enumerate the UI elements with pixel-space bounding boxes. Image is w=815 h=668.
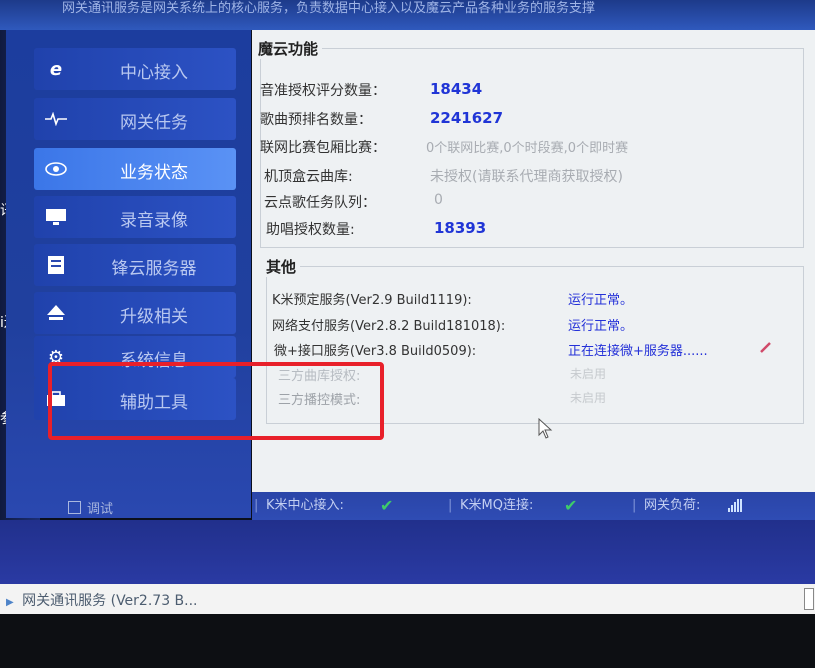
- load-label: 网关负荷:: [644, 498, 701, 513]
- other-row: 微+接口服务(Ver3.8 Build0509):: [274, 340, 476, 359]
- sidebar-item-cloud-server[interactable]: 锋云服务器: [34, 244, 236, 286]
- moyun-row: 联网比赛包厢比赛：: [260, 137, 386, 157]
- row-value: 运行正常。: [568, 293, 634, 308]
- row-label: 网络支付服务(Ver2.8.2 Build181018):: [272, 319, 506, 334]
- taskbar-item-label: 网关通讯服务 (Ver2.73 B...: [22, 593, 198, 609]
- center-access-label: K米中心接入:: [266, 498, 344, 513]
- moyun-row: 机顶盒云曲库:: [264, 166, 353, 186]
- row-value: 0个联网比赛,0个时段赛,0个即时赛: [426, 141, 629, 156]
- taskbar-button[interactable]: [804, 588, 814, 610]
- row-value: 18434: [430, 80, 483, 98]
- banner-text: 网关通讯服务是网关系统上的核心服务，负责数据中心接入以及魔云产品各种业务的服务支…: [62, 1, 596, 16]
- moyun-row: 音准授权评分数量：: [260, 80, 386, 100]
- monitor-icon: [44, 206, 68, 228]
- sidebar-item-label: 中心接入: [120, 63, 188, 83]
- sidebar-item-upgrade[interactable]: 升级相关: [34, 292, 236, 334]
- row-label: 歌曲预排名数量：: [260, 112, 372, 128]
- moyun-title: 魔云功能: [254, 38, 323, 59]
- row-label: 音准授权评分数量：: [260, 83, 386, 99]
- play-icon: ▶: [6, 597, 14, 608]
- eye-icon: [44, 158, 68, 180]
- sidebar-item-label: 锋云服务器: [111, 259, 197, 279]
- signal-bars-icon: [728, 499, 742, 512]
- sidebar-item-label: 业务状态: [120, 163, 188, 183]
- desktop-background: [0, 520, 815, 584]
- edit-icon[interactable]: [760, 341, 772, 353]
- row-label: 机顶盒云曲库:: [264, 169, 353, 185]
- server-icon: [44, 254, 68, 276]
- other-row: K米预定服务(Ver2.9 Build1119):: [272, 289, 472, 308]
- mouse-cursor-icon: [538, 418, 553, 439]
- row-label: 云点歌任务队列：: [264, 195, 376, 211]
- sidebar-item-label: 网关任务: [120, 113, 188, 133]
- debug-label: 调试: [87, 502, 114, 517]
- row-value: 未授权(请联系代理商获取授权): [430, 169, 623, 185]
- ie-icon: e: [49, 58, 63, 80]
- row-value: 0: [434, 192, 443, 208]
- app-window: 网关通讯服务是网关系统上的核心服务，负责数据中心接入以及魔云产品各种业务的服务支…: [0, 0, 815, 668]
- status-bar: | K米中心接入: ✔ | K米MQ连接: ✔ | 网关负荷:: [252, 492, 815, 520]
- red-highlight-box: [48, 362, 384, 440]
- screen-bezel: [0, 614, 815, 668]
- sidebar-item-business-status[interactable]: 业务状态: [34, 148, 236, 190]
- check-icon: ✔: [564, 496, 578, 515]
- row-label: 联网比赛包厢比赛：: [260, 140, 386, 156]
- sidebar-item-gateway-task[interactable]: 网关任务: [34, 98, 236, 140]
- taskbar: ▶ 网关通讯服务 (Ver2.73 B...: [0, 584, 815, 614]
- sidebar-item-center-access[interactable]: e 中心接入: [34, 48, 236, 90]
- sidebar-item-recording[interactable]: 录音录像: [34, 196, 236, 238]
- row-value: 18393: [434, 219, 487, 237]
- row-value: 运行正常。: [568, 319, 634, 334]
- row-value: 未启用: [570, 391, 607, 405]
- sidebar-item-label: 录音录像: [120, 211, 188, 231]
- debug-checkbox[interactable]: 调试: [68, 498, 113, 517]
- sidebar: e 中心接入 网关任务 业务状态 录音录像 锋云服务器 升级相关 ⚙ 系统信息 …: [6, 30, 251, 518]
- upload-icon: [44, 302, 68, 324]
- row-label: 助唱授权数量:: [266, 222, 355, 238]
- top-banner: 网关通讯服务是网关系统上的核心服务，负责数据中心接入以及魔云产品各种业务的服务支…: [0, 0, 815, 30]
- sidebar-item-label: 升级相关: [120, 307, 188, 327]
- row-value: 正在连接微+服务器......: [568, 344, 708, 359]
- row-value: 未启用: [570, 367, 607, 381]
- moyun-row: 助唱授权数量:: [266, 219, 355, 239]
- pulse-icon: [44, 108, 68, 130]
- check-icon: ✔: [380, 496, 394, 515]
- moyun-row: 歌曲预排名数量：: [260, 109, 372, 129]
- row-label: K米预定服务(Ver2.9 Build1119):: [272, 293, 472, 308]
- other-title: 其他: [262, 256, 301, 277]
- other-row: 网络支付服务(Ver2.8.2 Build181018):: [272, 315, 505, 334]
- mq-label: K米MQ连接:: [460, 498, 534, 513]
- moyun-row: 云点歌任务队列：: [264, 192, 376, 212]
- row-value: 2241627: [430, 109, 504, 127]
- taskbar-item[interactable]: ▶ 网关通讯服务 (Ver2.73 B...: [6, 590, 198, 610]
- checkbox-icon[interactable]: [68, 501, 81, 514]
- row-label: 微+接口服务(Ver3.8 Build0509):: [274, 344, 477, 359]
